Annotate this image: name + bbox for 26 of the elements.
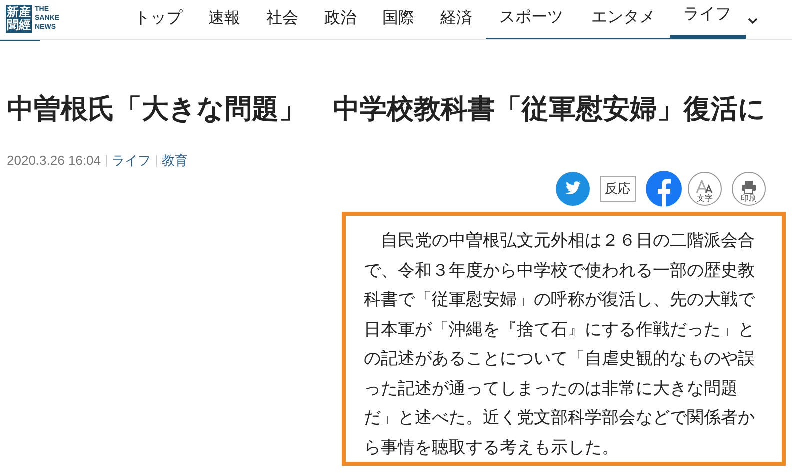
nav-tab[interactable]: 政治 — [312, 7, 370, 39]
facebook-icon[interactable] — [646, 171, 682, 207]
printer-icon — [741, 181, 757, 194]
chevron-down-icon[interactable] — [748, 17, 758, 25]
font-size-label: 文字 — [697, 194, 713, 203]
nav-tab[interactable]: 速報 — [196, 7, 254, 39]
nav-tab[interactable]: 国際 — [370, 7, 428, 39]
nav-tab[interactable]: トップ — [122, 7, 196, 39]
headline: 中曽根氏「大きな問題」 中学校教科書「従軍慰安婦」復活に — [7, 93, 767, 126]
nav-tab[interactable]: 社会 — [254, 7, 312, 39]
logo-kanji: 産經 — [19, 6, 31, 32]
reaction-bubble[interactable]: 反応 — [600, 176, 636, 202]
nav-tab[interactable]: ライフ — [670, 3, 746, 39]
category-link[interactable]: ライフ — [112, 151, 151, 170]
logo-kanji: 新聞 — [7, 6, 19, 32]
publish-date: 2020.3.26 16:04 — [7, 152, 101, 170]
twitter-icon[interactable] — [556, 172, 590, 206]
print-label: 印刷 — [741, 194, 757, 203]
nav-tab[interactable]: スポーツ — [486, 6, 578, 39]
font-size-button[interactable]: 文字 — [688, 172, 722, 206]
category-link[interactable]: 教育 — [162, 151, 188, 170]
article-body: 自民党の中曽根弘文元外相は２６日の二階派会合で、令和３年度から中学校で使われる一部の歴史教科書で「従軍慰安婦」の呼称が復活し、先の大戦で日本軍が「沖縄を『捨て石』にする作戦だった」との記述があることについて「自虐史観的なものや誤った記述が通ってしまったのは非常に大きな問題だ」と述べた。近く党文部科学部会などで関係者から事情を聴取する考えも示した。 — [364, 230, 756, 458]
nav-tab[interactable]: エンタメ — [578, 6, 670, 39]
nav-tab[interactable]: 経済 — [428, 7, 486, 39]
letter-size-icon — [696, 180, 714, 194]
print-button[interactable]: 印刷 — [732, 172, 766, 206]
